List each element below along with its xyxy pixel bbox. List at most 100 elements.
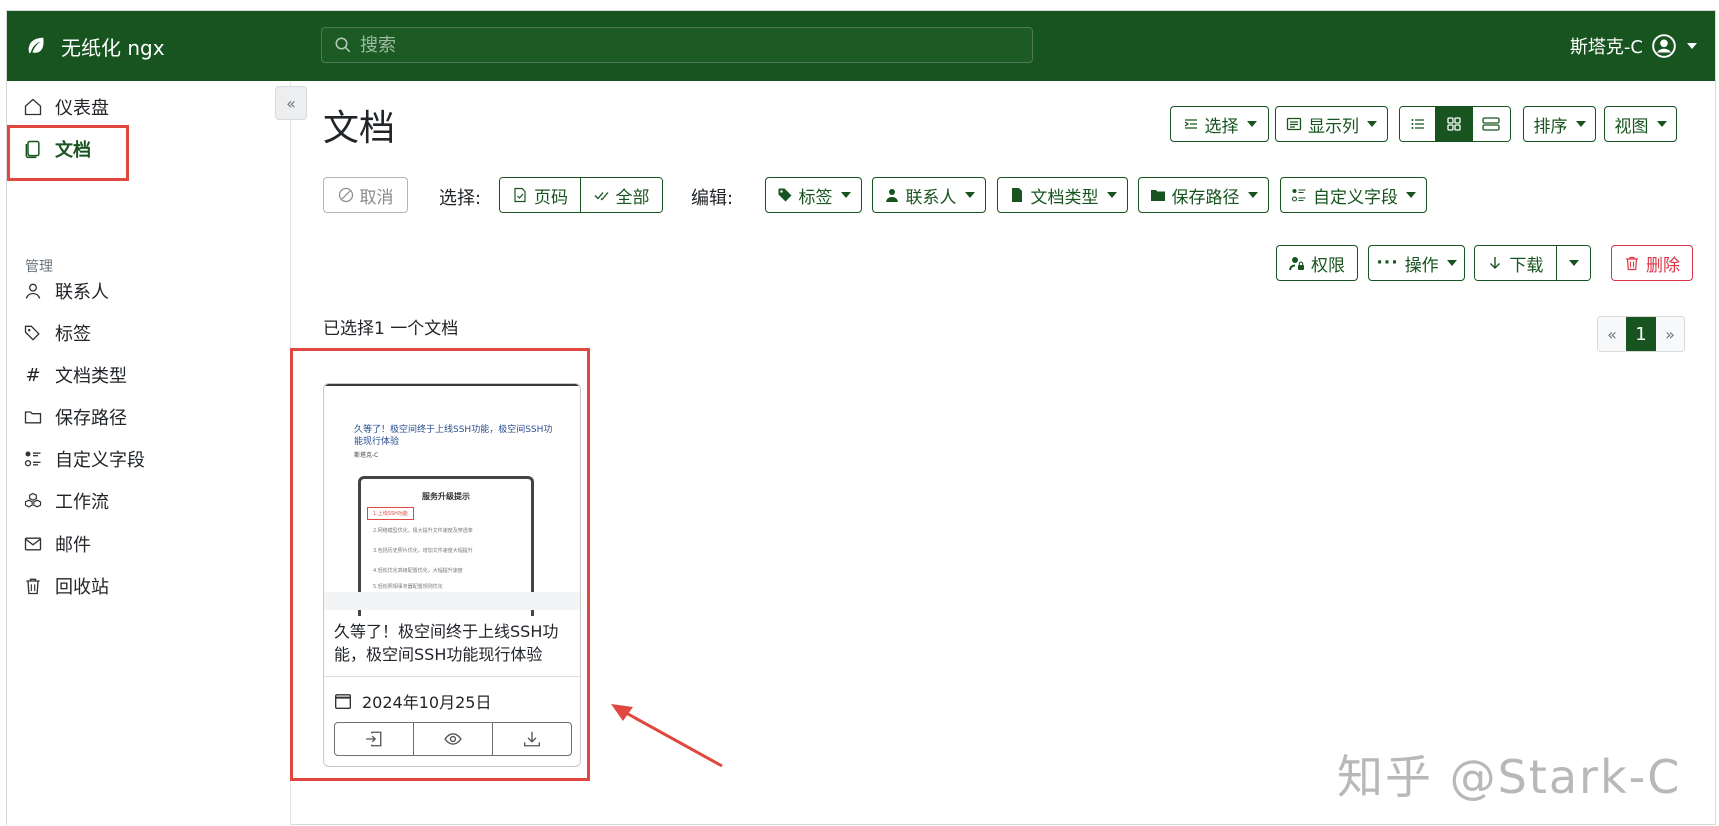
sidebar-item-label: 标签: [55, 324, 91, 345]
sidebar-item-tags[interactable]: 标签: [23, 313, 91, 353]
select-page-label: 页码: [534, 187, 568, 208]
prev-page-button[interactable]: «: [1598, 317, 1626, 351]
box-arrow-in-right-icon: [366, 731, 382, 747]
grid-icon: [1447, 117, 1461, 131]
download-options-toggle[interactable]: [1556, 246, 1590, 280]
bulk-correspondent-button[interactable]: 联系人: [872, 177, 986, 213]
bulk-storage-path-button[interactable]: 保存路径: [1138, 177, 1269, 213]
boxes-icon: [24, 492, 42, 508]
search-box[interactable]: [321, 27, 1033, 63]
next-page-button[interactable]: »: [1656, 317, 1684, 351]
user-name: 斯塔克-C: [1569, 37, 1643, 58]
sort-dropdown-button[interactable]: 排序: [1523, 106, 1596, 142]
bulk-tags-button[interactable]: 标签: [765, 177, 862, 213]
sidebar-item-custom-fields[interactable]: 自定义字段: [23, 439, 145, 479]
sidebar-item-label: 邮件: [55, 535, 91, 556]
download-label: 下载: [1509, 255, 1544, 276]
search-input[interactable]: [360, 34, 960, 56]
bulk-tags-label: 标签: [798, 187, 833, 208]
brand[interactable]: 无纸化 ngx: [25, 29, 165, 63]
file-earmark-icon: [1011, 188, 1022, 202]
thumb-box-title: 服务升级提示: [422, 492, 470, 501]
download-split-button[interactable]: 下载: [1474, 245, 1591, 281]
document-card[interactable]: 久等了！极空间终于上线SSH功能，极空间SSH功能现行体验 斯塔克-C 服务升级…: [323, 383, 581, 767]
document-date-row: 2024年10月25日: [334, 689, 491, 713]
tags-icon: [24, 325, 40, 341]
select-dropdown-button[interactable]: 选择: [1170, 106, 1269, 142]
sidebar-item-storage-paths[interactable]: 保存路径: [23, 397, 127, 437]
house-icon: [24, 98, 42, 116]
sidebar-item-dashboard[interactable]: 仪表盘: [23, 87, 109, 127]
select-page-button[interactable]: 页码: [500, 178, 582, 212]
grid-view-button[interactable]: [1436, 107, 1473, 141]
thumb-line: 5.轻松照相事务器配置规则优化: [373, 584, 443, 590]
sort-label: 排序: [1533, 116, 1568, 137]
chevron-down-icon: [1106, 192, 1117, 198]
leaf-logo-icon: [28, 37, 44, 54]
thumb-line: 2.网络模型优化，极大提升文件速度及穿透率: [373, 528, 473, 534]
document-title[interactable]: 久等了！极空间终于上线SSH功能，极空间SSH功能现行体验: [334, 620, 574, 666]
chevron-down-icon: [1247, 192, 1258, 198]
user-menu[interactable]: 斯塔克-C: [1570, 29, 1697, 63]
delete-label: 删除: [1646, 255, 1680, 276]
open-document-button[interactable]: [335, 723, 414, 755]
sidebar-item-label: 保存路径: [55, 408, 127, 429]
collapse-sidebar-button[interactable]: «: [275, 86, 307, 120]
sidebar-item-workflows[interactable]: 工作流: [23, 481, 109, 521]
select-all-label: 全部: [615, 187, 650, 208]
page-1-button[interactable]: 1: [1626, 317, 1656, 351]
document-date: 2024年10月25日: [362, 693, 492, 712]
chevron-down-icon: [964, 192, 975, 198]
double-chevron-left-icon: «: [286, 93, 296, 113]
ui-radios-icon: [24, 451, 41, 467]
user-circle-icon: [1652, 34, 1676, 58]
thumb-subtitle: 斯塔克-C: [354, 452, 379, 459]
bulk-storage-path-label: 保存路径: [1171, 187, 1240, 208]
show-columns-label: 显示列: [1308, 116, 1359, 137]
selection-count: 已选择1 一个文档: [323, 319, 459, 339]
person-icon: [25, 283, 41, 299]
permissions-button[interactable]: 权限: [1276, 245, 1358, 281]
show-columns-button[interactable]: 显示列: [1275, 106, 1388, 142]
sidebar-item-document-types[interactable]: # 文档类型: [23, 355, 127, 395]
top-navbar: 无纸化 ngx 斯塔克-C: [7, 11, 1715, 81]
thumb-heading: 久等了！极空间终于上线SSH功能，极空间SSH功能现行体验: [354, 425, 553, 447]
sidebar-item-label: 文档类型: [55, 366, 127, 387]
tag-icon: [778, 188, 791, 202]
bulk-custom-fields-button[interactable]: 自定义字段: [1280, 177, 1427, 213]
app-name: 无纸化 ngx: [61, 35, 165, 60]
app-window: 无纸化 ngx 斯塔克-C « 仪表盘 文档 管理 联系人 标签 # 文档类型: [6, 10, 1716, 826]
delete-button[interactable]: 删除: [1611, 245, 1693, 281]
large-card-view-button[interactable]: [1472, 107, 1510, 141]
sidebar-item-trash[interactable]: 回收站: [23, 566, 109, 606]
list-view-button[interactable]: [1400, 107, 1437, 141]
edit-label: 编辑:: [691, 188, 734, 209]
sidebar-item-correspondents[interactable]: 联系人: [23, 271, 109, 311]
chevron-down-icon: [1656, 121, 1667, 127]
page-title: 文档: [323, 108, 396, 149]
sidebar-item-mail[interactable]: 邮件: [23, 524, 91, 564]
sidebar-item-label: 回收站: [55, 577, 109, 598]
actions-dropdown-button[interactable]: ··· 操作: [1368, 245, 1465, 281]
select-scope-group[interactable]: 页码 全部: [499, 177, 663, 213]
bulk-document-type-button[interactable]: 文档类型: [997, 177, 1128, 213]
sidebar-item-label: 工作流: [55, 492, 109, 513]
download-button[interactable]: 下载: [1475, 246, 1557, 280]
trash-icon: [26, 578, 40, 595]
folder-fill-icon: [1150, 190, 1165, 201]
document-thumbnail[interactable]: 久等了！极空间终于上线SSH功能，极空间SSH功能现行体验 斯塔克-C 服务升级…: [324, 384, 580, 616]
preview-document-button[interactable]: [414, 723, 493, 755]
sidebar-item-label: 联系人: [55, 282, 109, 303]
download-document-button[interactable]: [493, 723, 571, 755]
bulk-document-type-label: 文档类型: [1030, 187, 1099, 208]
pagination[interactable]: « 1 »: [1597, 316, 1685, 352]
view-mode-toggle[interactable]: [1399, 106, 1511, 142]
views-dropdown-button[interactable]: 视图: [1604, 106, 1677, 142]
person-fill-icon: [885, 189, 898, 202]
select-all-button[interactable]: 全部: [581, 178, 662, 212]
trash-icon: [1626, 256, 1638, 271]
arrow-down-icon: [1490, 257, 1501, 269]
cancel-selection-button[interactable]: 取消: [323, 177, 408, 213]
chevron-down-icon: [1406, 192, 1416, 198]
slash-circle-icon: [338, 187, 353, 203]
